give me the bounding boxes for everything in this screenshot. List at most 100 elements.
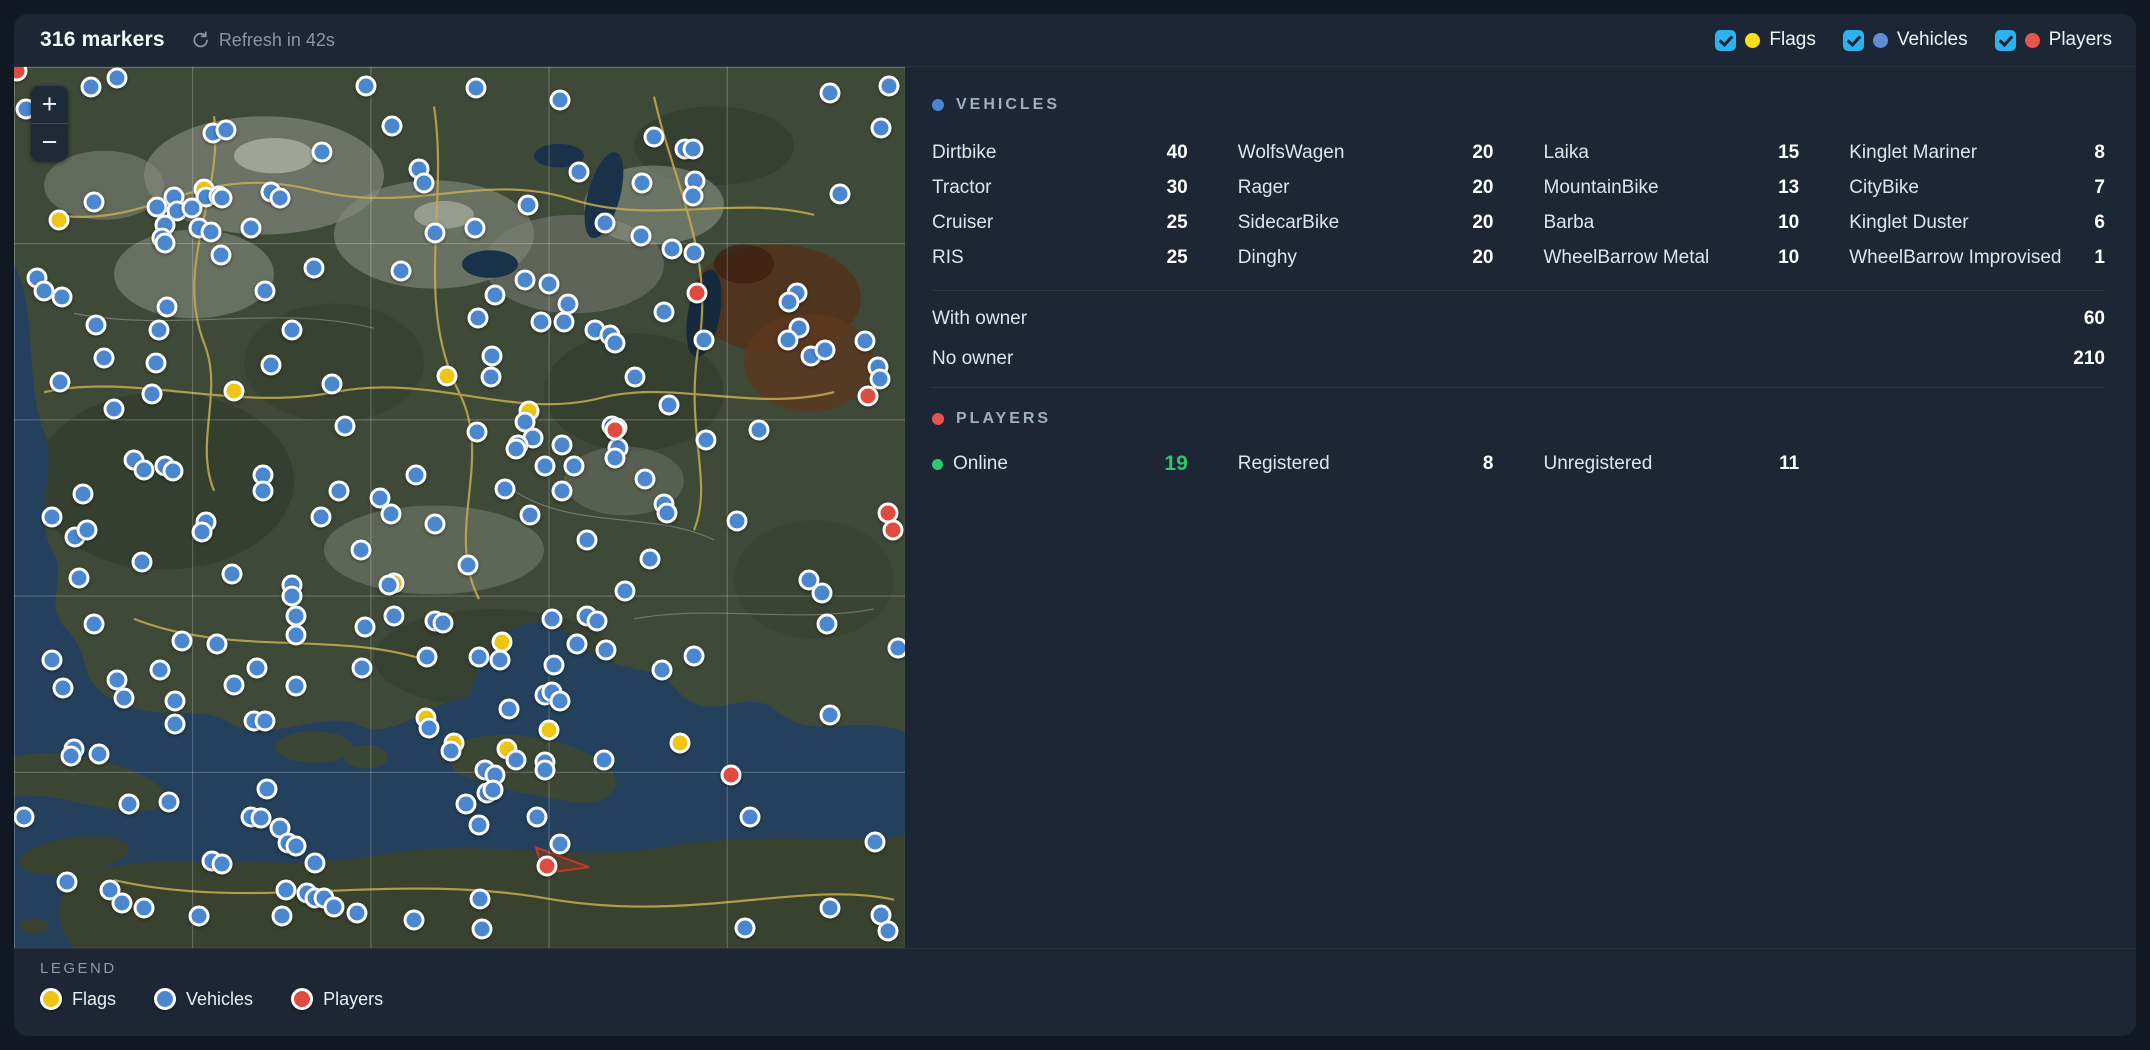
- map-marker-vehicle[interactable]: [682, 185, 703, 206]
- map-marker-vehicle[interactable]: [85, 315, 106, 336]
- map-marker-vehicle[interactable]: [505, 750, 526, 771]
- map-marker-vehicle[interactable]: [490, 649, 511, 670]
- map-marker-vehicle[interactable]: [88, 744, 109, 765]
- map-marker-vehicle[interactable]: [779, 292, 800, 313]
- map-marker-vehicle[interactable]: [72, 484, 93, 505]
- map-marker-vehicle[interactable]: [471, 919, 492, 940]
- map-marker-vehicle[interactable]: [281, 319, 302, 340]
- map-marker-vehicle[interactable]: [132, 552, 153, 573]
- map-marker-vehicle[interactable]: [543, 655, 564, 676]
- map-marker-vehicle[interactable]: [425, 222, 446, 243]
- map-marker-vehicle[interactable]: [118, 793, 139, 814]
- map-marker-vehicle[interactable]: [142, 383, 163, 404]
- map-marker-vehicle[interactable]: [440, 740, 461, 761]
- map-marker-vehicle[interactable]: [207, 634, 228, 655]
- map-marker-vehicle[interactable]: [285, 605, 306, 626]
- zoom-in-button[interactable]: +: [31, 86, 68, 123]
- map-marker-vehicle[interactable]: [61, 745, 82, 766]
- map-marker-vehicle[interactable]: [224, 674, 245, 695]
- map-marker-vehicle[interactable]: [405, 464, 426, 485]
- map-marker-vehicle[interactable]: [419, 717, 440, 738]
- map-marker-vehicle[interactable]: [304, 257, 325, 278]
- filter-toggle[interactable]: Flags: [1715, 29, 1815, 51]
- map-marker-vehicle[interactable]: [93, 347, 114, 368]
- map-marker-vehicle[interactable]: [134, 898, 155, 919]
- map-marker-vehicle[interactable]: [323, 896, 344, 917]
- map-marker-vehicle[interactable]: [42, 507, 63, 528]
- map-marker-vehicle[interactable]: [467, 421, 488, 442]
- map-marker-vehicle[interactable]: [593, 750, 614, 771]
- map-marker-vehicle[interactable]: [113, 687, 134, 708]
- map-marker-vehicle[interactable]: [455, 794, 476, 815]
- map-marker-vehicle[interactable]: [84, 613, 105, 634]
- map-marker-vehicle[interactable]: [216, 119, 237, 140]
- map-marker-vehicle[interactable]: [464, 218, 485, 239]
- map-marker-vehicle[interactable]: [634, 469, 655, 490]
- map-marker-player[interactable]: [686, 282, 707, 303]
- map-marker-vehicle[interactable]: [632, 173, 653, 194]
- map-marker-vehicle[interactable]: [465, 78, 486, 99]
- map-marker-vehicle[interactable]: [281, 586, 302, 607]
- map-marker-vehicle[interactable]: [812, 582, 833, 603]
- map-marker-vehicle[interactable]: [417, 647, 438, 668]
- map-marker-vehicle[interactable]: [255, 710, 276, 731]
- map-marker-vehicle[interactable]: [352, 657, 373, 678]
- map-marker-vehicle[interactable]: [255, 280, 276, 301]
- map-marker-vehicle[interactable]: [485, 285, 506, 306]
- map-marker-vehicle[interactable]: [820, 898, 841, 919]
- map-marker-vehicle[interactable]: [653, 301, 674, 322]
- map-marker-vehicle[interactable]: [329, 480, 350, 501]
- map-marker-vehicle[interactable]: [505, 439, 526, 460]
- map-marker-vehicle[interactable]: [816, 613, 837, 634]
- map-marker-player[interactable]: [858, 385, 879, 406]
- map-marker-vehicle[interactable]: [270, 188, 291, 209]
- map-marker-vehicle[interactable]: [322, 374, 343, 395]
- map-marker-vehicle[interactable]: [567, 634, 588, 655]
- map-marker-vehicle[interactable]: [84, 191, 105, 212]
- game-map[interactable]: + −: [14, 67, 905, 948]
- map-marker-vehicle[interactable]: [814, 339, 835, 360]
- map-marker-vehicle[interactable]: [550, 691, 571, 712]
- map-marker-vehicle[interactable]: [155, 233, 176, 254]
- map-marker-vehicle[interactable]: [658, 395, 679, 416]
- map-marker-vehicle[interactable]: [182, 197, 203, 218]
- map-marker-vehicle[interactable]: [778, 330, 799, 351]
- map-marker-vehicle[interactable]: [820, 83, 841, 104]
- map-marker-vehicle[interactable]: [252, 480, 273, 501]
- map-marker-vehicle[interactable]: [553, 311, 574, 332]
- map-marker-vehicle[interactable]: [498, 699, 519, 720]
- map-marker-vehicle[interactable]: [189, 906, 210, 927]
- map-marker-player[interactable]: [721, 765, 742, 786]
- map-marker-vehicle[interactable]: [535, 760, 556, 781]
- map-marker-vehicle[interactable]: [693, 330, 714, 351]
- map-marker-vehicle[interactable]: [734, 917, 755, 938]
- map-marker-vehicle[interactable]: [726, 510, 747, 531]
- map-marker-vehicle[interactable]: [683, 242, 704, 263]
- map-marker-vehicle[interactable]: [260, 354, 281, 375]
- map-marker-vehicle[interactable]: [551, 434, 572, 455]
- map-marker-vehicle[interactable]: [111, 893, 132, 914]
- map-marker-vehicle[interactable]: [390, 260, 411, 281]
- map-marker-vehicle[interactable]: [257, 778, 278, 799]
- map-marker-vehicle[interactable]: [285, 676, 306, 697]
- map-marker-vehicle[interactable]: [192, 522, 213, 543]
- map-marker-vehicle[interactable]: [550, 89, 571, 110]
- map-marker-vehicle[interactable]: [241, 218, 262, 239]
- map-marker-vehicle[interactable]: [52, 286, 73, 307]
- map-marker-vehicle[interactable]: [222, 563, 243, 584]
- map-marker-vehicle[interactable]: [683, 645, 704, 666]
- map-marker-vehicle[interactable]: [640, 548, 661, 569]
- zoom-out-button[interactable]: −: [31, 123, 68, 161]
- map-marker-vehicle[interactable]: [42, 649, 63, 670]
- map-marker-vehicle[interactable]: [887, 638, 905, 659]
- map-marker-vehicle[interactable]: [586, 611, 607, 632]
- map-marker-vehicle[interactable]: [275, 879, 296, 900]
- map-marker-vehicle[interactable]: [145, 353, 166, 374]
- checkbox-icon[interactable]: [1843, 30, 1864, 51]
- map-marker-vehicle[interactable]: [53, 678, 74, 699]
- map-marker-vehicle[interactable]: [107, 68, 128, 89]
- map-marker-vehicle[interactable]: [550, 834, 571, 855]
- map-marker-vehicle[interactable]: [380, 503, 401, 524]
- map-marker-vehicle[interactable]: [379, 575, 400, 596]
- map-marker-vehicle[interactable]: [458, 554, 479, 575]
